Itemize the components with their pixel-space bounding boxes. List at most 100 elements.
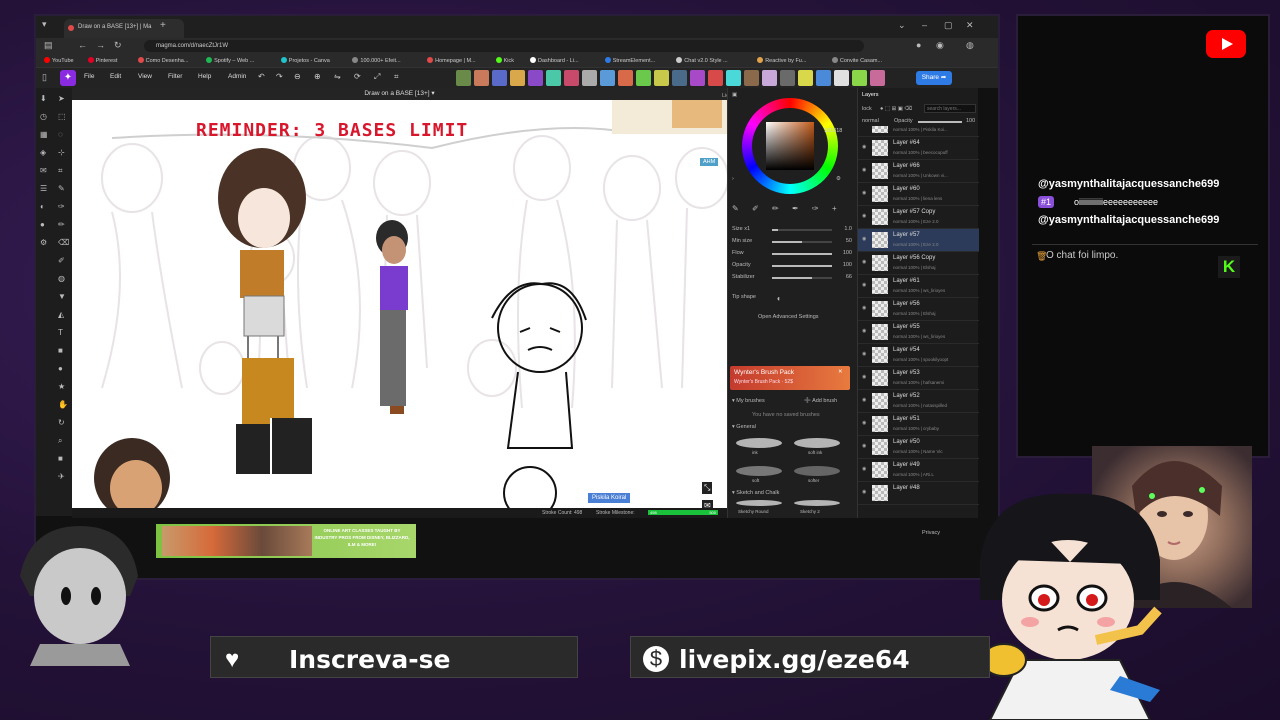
collaborator-avatar[interactable] [546, 70, 561, 86]
bookmark-item[interactable]: 100.000+ Efeit... [352, 57, 401, 64]
bookmark-item[interactable]: Chat v2.0 Style ... [676, 57, 728, 64]
visibility-eye-icon[interactable]: ◉ [862, 126, 866, 127]
bookmark-item[interactable]: Reactive by Fu... [757, 57, 806, 64]
collaborator-avatar[interactable] [708, 70, 723, 86]
collaborator-avatar[interactable] [474, 70, 489, 86]
lasso-tool-icon[interactable]: ◌ [58, 130, 63, 139]
layer-row[interactable]: ◉ Layer #54 normal 100% | spookilyoopt [858, 344, 979, 367]
history-icon[interactable]: ◷ [40, 112, 47, 121]
layers-stack-icon[interactable]: ◈ [40, 148, 46, 157]
layer-row[interactable]: ◉ Layer #60 normal 100% | liena lens [858, 183, 979, 206]
settings-side-icon[interactable]: ⚙ [40, 238, 47, 247]
profile-icon[interactable]: ◍ [966, 40, 974, 51]
collaborator-avatar[interactable] [798, 70, 813, 86]
color-settings-icon[interactable]: ⚙ [836, 176, 841, 182]
bookmark-item[interactable]: Kick [495, 57, 514, 64]
shape-tool-icon[interactable]: ★ [58, 382, 65, 391]
sketch-toggle[interactable]: ▾ Sketch and Chalk [732, 490, 779, 496]
layer-row[interactable]: ◉ Layer #53 normal 100% | hafsanemi [858, 367, 979, 390]
rotate-icon[interactable]: ⟳ [354, 72, 361, 81]
ellipse-tool-icon[interactable]: ● [58, 364, 63, 373]
layer-row[interactable]: ◉ Layer #57 Copy normal 100% | Eze 2.0 [858, 206, 979, 229]
share-button[interactable]: Share ➦ [916, 71, 952, 85]
layer-row[interactable]: ◉ Layer #52 normal 100% | notasspilled [858, 390, 979, 413]
collaborator-avatar[interactable] [834, 70, 849, 86]
whatsapp-side-icon[interactable]: ● [40, 220, 45, 229]
visibility-eye-icon[interactable]: ◉ [862, 190, 866, 196]
collaborator-avatar[interactable] [816, 70, 831, 86]
visibility-eye-icon[interactable]: ◉ [862, 236, 866, 242]
gradient-tool-icon[interactable]: ◭ [58, 310, 64, 319]
flow-slider[interactable]: Flow 100 [732, 250, 852, 258]
general-toggle[interactable]: ▾ General [732, 424, 756, 430]
new-tab-icon[interactable]: + [160, 20, 166, 31]
privacy-link[interactable]: Privacy [922, 530, 940, 536]
my-brushes-toggle[interactable]: ▾ My brushes [732, 398, 765, 404]
brush-preset-1-icon[interactable]: ✎ [732, 204, 739, 213]
hand-tool-icon[interactable]: ✋ [58, 400, 68, 409]
zoom-out-icon[interactable]: ⊖ [294, 72, 301, 81]
menu-edit[interactable]: Edit [110, 73, 121, 80]
url-field[interactable]: magma.com/d/naecZtJr1W [144, 40, 864, 52]
layer-row[interactable]: ◉ Layer #56 normal 100% | Elshaj [858, 298, 979, 321]
layer-row[interactable]: ◉ Layer #49 normal 100% | ARi.L [858, 459, 979, 482]
layer-row[interactable]: ◉ Layer #61 normal 100% | ws_lirioyes [858, 275, 979, 298]
wand-tool-icon[interactable]: ✎ [58, 184, 65, 193]
transform-tool-icon[interactable]: ⊹ [58, 148, 65, 157]
collaborator-avatar[interactable] [564, 70, 579, 86]
bookmark-item[interactable]: Projetos - Canva [280, 57, 330, 64]
maximize-icon[interactable]: ▢ [944, 20, 953, 31]
zoom-in-icon[interactable]: ⊕ [314, 72, 321, 81]
bucket-tool-icon[interactable]: ▼ [58, 292, 66, 301]
redo-icon[interactable]: ↷ [276, 72, 283, 81]
close-icon[interactable]: ✕ [966, 20, 974, 31]
collaborator-avatar[interactable] [492, 70, 507, 86]
collaborator-avatar[interactable] [582, 70, 597, 86]
collaborator-avatar[interactable] [852, 70, 867, 86]
visibility-eye-icon[interactable]: ◉ [862, 420, 866, 426]
color-tool-icon[interactable]: ■ [58, 454, 63, 463]
brush-ink[interactable] [736, 438, 782, 448]
minimize-icon[interactable]: – [922, 20, 927, 30]
visibility-eye-icon[interactable]: ◉ [862, 443, 866, 449]
canvas-chat-icon[interactable]: ✉ [702, 500, 713, 508]
rotate-view-icon[interactable]: ↻ [58, 418, 65, 427]
chat-side-icon[interactable]: ✉ [40, 166, 47, 175]
stabilizer-slider[interactable]: Stabilizer 66 [732, 274, 852, 282]
layer-row[interactable]: ◉ Layer #50 normal 100% | Name Vic [858, 436, 979, 459]
layer-opacity-slider[interactable] [918, 121, 962, 123]
layer-row[interactable]: ◉ Layer #66 normal 100% | Unkown vi... [858, 160, 979, 183]
tab-search-icon[interactable]: ⌄ [898, 20, 906, 31]
bookmark-item[interactable]: YouTube [44, 57, 74, 64]
flip-icon[interactable]: ⇋ [334, 72, 341, 81]
tab-menu-icon[interactable]: ▾ [42, 19, 47, 30]
blend-mode-select[interactable]: normal [862, 118, 879, 124]
visibility-eye-icon[interactable]: ◉ [862, 144, 866, 150]
menu-filter[interactable]: Filter [168, 73, 182, 80]
brush-preset-3-icon[interactable]: ✏ [772, 204, 779, 213]
color-swatch-icon[interactable]: ▣ [732, 92, 737, 98]
bookmark-item[interactable]: Dashboard - Li... [530, 57, 579, 64]
layer-tools[interactable]: ● ⬚ ⊞ ▣ ⌫ [880, 106, 912, 112]
layer-search-input[interactable] [924, 104, 976, 113]
rectangle-tool-icon[interactable]: ■ [58, 346, 63, 355]
visibility-eye-icon[interactable]: ◉ [862, 328, 866, 334]
bookmark-item[interactable]: Pinterest [87, 57, 117, 64]
panel-expand-icon[interactable]: › [732, 176, 734, 182]
collaborator-avatar[interactable] [672, 70, 687, 86]
layer-row[interactable]: ◉ Layer #64 normal 100% | beecocopuff [858, 137, 979, 160]
min-size-slider[interactable]: Min size 50 [732, 238, 852, 246]
collaborator-avatar[interactable] [636, 70, 651, 86]
brush-pack-banner[interactable]: Wynter's Brush Pack Wynter's Brush Pack … [730, 366, 850, 390]
layer-row[interactable]: ◉ Layer #57 normal 100% | Eze 2.0 [858, 229, 979, 252]
collaborator-avatar[interactable] [780, 70, 795, 86]
canvas-expand-icon[interactable]: ⤡ [702, 482, 713, 494]
fill-tool-icon[interactable]: ◍ [58, 274, 65, 283]
text-tool-icon[interactable]: T [58, 328, 63, 337]
grid-icon[interactable]: ⌗ [394, 72, 399, 82]
visibility-eye-icon[interactable]: ◉ [862, 466, 866, 472]
collaborator-avatar[interactable] [456, 70, 471, 86]
bookmark-item[interactable]: Como Desenha... [137, 57, 188, 64]
brush-sketchy-round[interactable] [736, 500, 782, 506]
layer-row[interactable]: ◉ normal 100% | Piskila Koi... [858, 126, 979, 137]
